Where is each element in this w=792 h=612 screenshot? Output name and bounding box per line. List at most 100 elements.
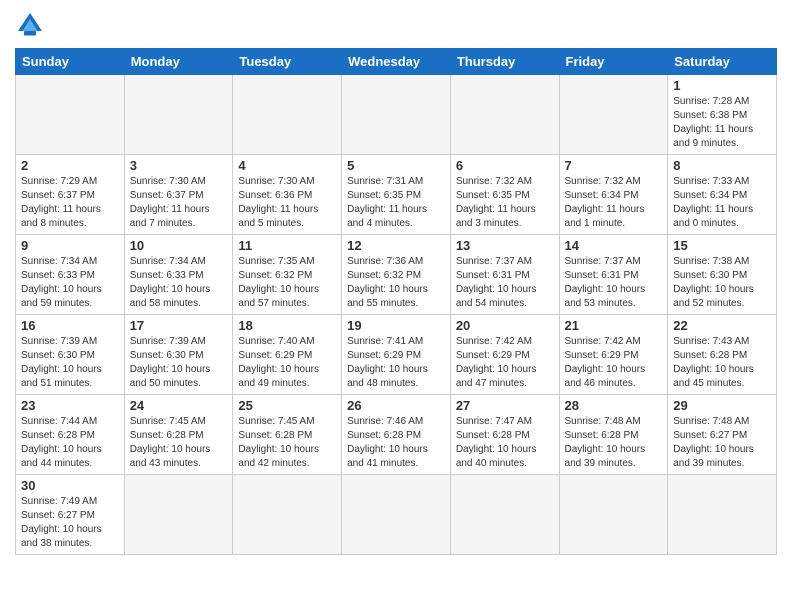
calendar-cell: 2Sunrise: 7:29 AM Sunset: 6:37 PM Daylig…	[16, 155, 125, 235]
weekday-header-tuesday: Tuesday	[233, 49, 342, 75]
calendar-cell: 4Sunrise: 7:30 AM Sunset: 6:36 PM Daylig…	[233, 155, 342, 235]
calendar-cell: 21 Sunrise: 7:42 AM Sunset: 6:29 PM Dayli…	[559, 315, 668, 395]
day-info: Sunrise: 7:34 AM Sunset: 6:33 PM Dayligh…	[21, 255, 119, 311]
day-info: Sunrise: 7:32 AM Sunset: 6:35 PM Dayligh…	[456, 175, 554, 231]
calendar-cell	[559, 475, 668, 555]
day-number: 19	[347, 318, 445, 333]
day-info: Sunrise: 7:48 AM Sunset: 6:28 PM Dayligh…	[565, 415, 663, 471]
calendar-cell	[668, 475, 777, 555]
weekday-header-sunday: Sunday	[16, 49, 125, 75]
calendar-week-2: 9 Sunrise: 7:34 AM Sunset: 6:33 PM Daylig…	[16, 235, 777, 315]
page: SundayMondayTuesdayWednesdayThursdayFrid…	[0, 0, 792, 612]
calendar-cell: 25Sunrise: 7:45 AM Sunset: 6:28 PM Dayli…	[233, 395, 342, 475]
day-info: Sunrise: 7:42 AM Sunset: 6:29 PM Dayligh…	[456, 335, 554, 391]
day-info: Sunrise: 7:32 AM Sunset: 6:34 PM Dayligh…	[565, 175, 663, 231]
calendar-cell	[559, 75, 668, 155]
calendar-cell: 27 Sunrise: 7:47 AM Sunset: 6:28 PM Dayli…	[450, 395, 559, 475]
day-info: Sunrise: 7:31 AM Sunset: 6:35 PM Dayligh…	[347, 175, 445, 231]
logo-icon	[15, 10, 45, 40]
day-number: 9	[21, 238, 119, 253]
day-number: 5	[347, 158, 445, 173]
calendar-cell: 10 Sunrise: 7:34 AM Sunset: 6:33 PM Dayli…	[124, 235, 233, 315]
weekday-header-wednesday: Wednesday	[342, 49, 451, 75]
calendar-week-0: 1Sunrise: 7:28 AM Sunset: 6:38 PM Daylig…	[16, 75, 777, 155]
day-info: Sunrise: 7:36 AM Sunset: 6:32 PM Dayligh…	[347, 255, 445, 311]
calendar-week-3: 16Sunrise: 7:39 AM Sunset: 6:30 PM Dayli…	[16, 315, 777, 395]
calendar-cell: 26 Sunrise: 7:46 AM Sunset: 6:28 PM Dayli…	[342, 395, 451, 475]
weekday-header-monday: Monday	[124, 49, 233, 75]
calendar-cell	[342, 75, 451, 155]
calendar-cell: 19 Sunrise: 7:41 AM Sunset: 6:29 PM Dayli…	[342, 315, 451, 395]
calendar-cell: 12 Sunrise: 7:36 AM Sunset: 6:32 PM Dayli…	[342, 235, 451, 315]
calendar-week-5: 30 Sunrise: 7:49 AM Sunset: 6:27 PM Dayli…	[16, 475, 777, 555]
day-info: Sunrise: 7:30 AM Sunset: 6:36 PM Dayligh…	[238, 175, 336, 231]
calendar-table: SundayMondayTuesdayWednesdayThursdayFrid…	[15, 48, 777, 555]
day-number: 14	[565, 238, 663, 253]
day-info: Sunrise: 7:47 AM Sunset: 6:28 PM Dayligh…	[456, 415, 554, 471]
day-info: Sunrise: 7:39 AM Sunset: 6:30 PM Dayligh…	[130, 335, 228, 391]
calendar-cell	[450, 75, 559, 155]
day-info: Sunrise: 7:28 AM Sunset: 6:38 PM Dayligh…	[673, 95, 771, 151]
day-number: 7	[565, 158, 663, 173]
day-info: Sunrise: 7:30 AM Sunset: 6:37 PM Dayligh…	[130, 175, 228, 231]
weekday-header-friday: Friday	[559, 49, 668, 75]
day-info: Sunrise: 7:48 AM Sunset: 6:27 PM Dayligh…	[673, 415, 771, 471]
day-number: 10	[130, 238, 228, 253]
calendar-cell: 17Sunrise: 7:39 AM Sunset: 6:30 PM Dayli…	[124, 315, 233, 395]
calendar-cell	[233, 75, 342, 155]
day-info: Sunrise: 7:44 AM Sunset: 6:28 PM Dayligh…	[21, 415, 119, 471]
day-number: 30	[21, 478, 119, 493]
day-info: Sunrise: 7:33 AM Sunset: 6:34 PM Dayligh…	[673, 175, 771, 231]
day-info: Sunrise: 7:42 AM Sunset: 6:29 PM Dayligh…	[565, 335, 663, 391]
calendar-cell: 16Sunrise: 7:39 AM Sunset: 6:30 PM Dayli…	[16, 315, 125, 395]
calendar-cell	[342, 475, 451, 555]
calendar-cell: 18 Sunrise: 7:40 AM Sunset: 6:29 PM Dayli…	[233, 315, 342, 395]
day-number: 21	[565, 318, 663, 333]
calendar-cell: 13Sunrise: 7:37 AM Sunset: 6:31 PM Dayli…	[450, 235, 559, 315]
calendar-cell: 11Sunrise: 7:35 AM Sunset: 6:32 PM Dayli…	[233, 235, 342, 315]
calendar-cell: 8 Sunrise: 7:33 AM Sunset: 6:34 PM Daylig…	[668, 155, 777, 235]
day-number: 8	[673, 158, 771, 173]
day-number: 22	[673, 318, 771, 333]
calendar-cell: 1Sunrise: 7:28 AM Sunset: 6:38 PM Daylig…	[668, 75, 777, 155]
day-number: 26	[347, 398, 445, 413]
day-number: 29	[673, 398, 771, 413]
calendar-cell: 3 Sunrise: 7:30 AM Sunset: 6:37 PM Daylig…	[124, 155, 233, 235]
weekday-header-saturday: Saturday	[668, 49, 777, 75]
day-number: 3	[130, 158, 228, 173]
day-number: 23	[21, 398, 119, 413]
logo	[15, 10, 49, 40]
calendar-cell	[450, 475, 559, 555]
day-number: 12	[347, 238, 445, 253]
day-info: Sunrise: 7:45 AM Sunset: 6:28 PM Dayligh…	[130, 415, 228, 471]
weekday-header-thursday: Thursday	[450, 49, 559, 75]
day-number: 18	[238, 318, 336, 333]
calendar-cell: 20 Sunrise: 7:42 AM Sunset: 6:29 PM Dayli…	[450, 315, 559, 395]
header	[15, 10, 777, 40]
day-info: Sunrise: 7:41 AM Sunset: 6:29 PM Dayligh…	[347, 335, 445, 391]
day-number: 6	[456, 158, 554, 173]
calendar-cell	[233, 475, 342, 555]
calendar-cell: 29 Sunrise: 7:48 AM Sunset: 6:27 PM Dayli…	[668, 395, 777, 475]
day-info: Sunrise: 7:37 AM Sunset: 6:31 PM Dayligh…	[565, 255, 663, 311]
calendar-week-1: 2Sunrise: 7:29 AM Sunset: 6:37 PM Daylig…	[16, 155, 777, 235]
calendar-cell: 23 Sunrise: 7:44 AM Sunset: 6:28 PM Dayli…	[16, 395, 125, 475]
day-number: 20	[456, 318, 554, 333]
day-number: 25	[238, 398, 336, 413]
day-info: Sunrise: 7:38 AM Sunset: 6:30 PM Dayligh…	[673, 255, 771, 311]
day-info: Sunrise: 7:35 AM Sunset: 6:32 PM Dayligh…	[238, 255, 336, 311]
day-info: Sunrise: 7:43 AM Sunset: 6:28 PM Dayligh…	[673, 335, 771, 391]
day-number: 28	[565, 398, 663, 413]
calendar-cell	[124, 75, 233, 155]
calendar-cell: 28 Sunrise: 7:48 AM Sunset: 6:28 PM Dayli…	[559, 395, 668, 475]
calendar-cell: 22 Sunrise: 7:43 AM Sunset: 6:28 PM Dayli…	[668, 315, 777, 395]
day-info: Sunrise: 7:49 AM Sunset: 6:27 PM Dayligh…	[21, 495, 119, 551]
day-info: Sunrise: 7:46 AM Sunset: 6:28 PM Dayligh…	[347, 415, 445, 471]
day-info: Sunrise: 7:34 AM Sunset: 6:33 PM Dayligh…	[130, 255, 228, 311]
calendar-cell: 15Sunrise: 7:38 AM Sunset: 6:30 PM Dayli…	[668, 235, 777, 315]
day-info: Sunrise: 7:39 AM Sunset: 6:30 PM Dayligh…	[21, 335, 119, 391]
day-number: 27	[456, 398, 554, 413]
day-info: Sunrise: 7:40 AM Sunset: 6:29 PM Dayligh…	[238, 335, 336, 391]
calendar-cell	[16, 75, 125, 155]
day-number: 13	[456, 238, 554, 253]
